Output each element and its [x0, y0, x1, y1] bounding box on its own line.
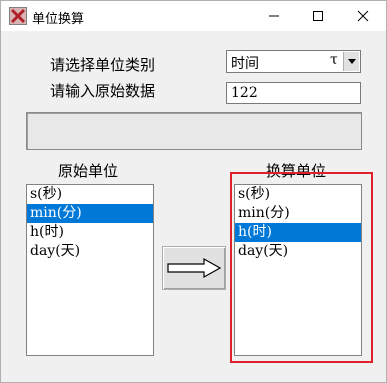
maximize-button[interactable] [296, 1, 340, 31]
dropdown-arrow-icon [347, 59, 356, 64]
close-button[interactable] [341, 1, 385, 31]
target-unit-item[interactable]: h(时) [235, 223, 361, 242]
minimize-button[interactable] [252, 1, 296, 31]
window-title: 单位换算 [32, 12, 85, 27]
source-unit-title: 原始单位 [58, 162, 119, 180]
title-bar[interactable]: 单位换算 [1, 1, 386, 31]
result-display [26, 112, 362, 150]
raw-data-input[interactable] [226, 82, 361, 104]
convert-button[interactable] [162, 246, 226, 290]
unit-category-select[interactable]: 时间 τ [226, 50, 361, 73]
target-unit-item[interactable]: min(分) [235, 204, 361, 223]
source-unit-item[interactable]: day(天) [27, 242, 153, 261]
source-unit-item[interactable]: h(时) [27, 223, 153, 242]
category-label: 请选择单位类别 [50, 56, 156, 74]
app-window: 单位换算 请选择单位类别 请输入原始数据 时间 τ 原始单位 [0, 0, 387, 383]
target-unit-item[interactable]: day(天) [235, 242, 361, 261]
dropdown-button[interactable] [343, 52, 359, 71]
target-unit-title: 换算单位 [266, 162, 327, 180]
app-x-icon [9, 7, 27, 25]
target-unit-list[interactable]: s(秒) min(分) h(时) day(天) [234, 184, 362, 356]
target-unit-item[interactable]: s(秒) [235, 185, 361, 204]
close-icon [357, 10, 369, 22]
right-arrow-icon [167, 257, 222, 279]
source-unit-item[interactable]: min(分) [27, 204, 153, 223]
minimize-icon [269, 15, 279, 17]
source-unit-item[interactable]: s(秒) [27, 185, 153, 204]
unit-category-value: 时间 [231, 56, 259, 72]
source-unit-list[interactable]: s(秒) min(分) h(时) day(天) [26, 184, 154, 356]
input-label: 请输入原始数据 [50, 82, 156, 100]
maximize-icon [313, 11, 323, 21]
unit-category-mark: τ [330, 52, 338, 68]
